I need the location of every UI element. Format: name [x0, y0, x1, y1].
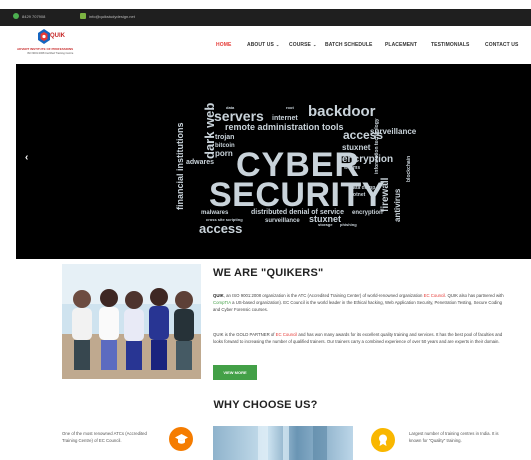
hero-slider[interactable]: financial institutions dark web servers … [16, 64, 531, 259]
email-info[interactable]: info@quikstudydesign.net [80, 13, 135, 19]
cloud-word-financial: financial institutions [175, 122, 185, 210]
cloud-word-storage: information technology [374, 118, 380, 174]
nav-placement-label: PLACEMENT [385, 42, 418, 48]
nav-home[interactable]: HOME [216, 42, 231, 48]
comptia-link[interactable]: CompTIA [213, 300, 231, 305]
nav-course[interactable]: COURSE ⌄ [289, 42, 316, 48]
group-photo-illustration [62, 264, 201, 379]
cloud-word-phishing: phishing [340, 222, 357, 227]
graduation-cap-icon [169, 427, 193, 451]
about-title: WE ARE "QUIKERS" [213, 267, 324, 279]
ec-council-gold-link[interactable]: EC Council [276, 332, 298, 337]
logo-brand: QUIK [50, 33, 65, 39]
nav-batch-label: BATCH SCHEDULE [325, 42, 373, 48]
cloud-word-xss: blockchain [406, 156, 412, 182]
why-right-text: Largest number of training centres in In… [409, 431, 499, 443]
chevron-down-icon: ⌄ [275, 42, 280, 47]
ec-council-link[interactable]: EC Council [424, 293, 446, 298]
cloud-word-corporations: data [226, 105, 235, 110]
logo-mark-icon [38, 29, 50, 44]
top-info-bar: 8429 707908 info@quikstudydesign.net [0, 9, 531, 26]
building-glass-illustration [258, 426, 327, 460]
about-p1-text-a: , an ISO 9001:2008 organization is the A… [223, 293, 424, 298]
phone-number: 8429 707908 [22, 13, 46, 19]
students-photo [62, 264, 201, 379]
phone-info[interactable]: 8429 707908 [13, 13, 45, 19]
nav-contact-us[interactable]: CONTACT US [485, 42, 518, 48]
site-logo[interactable]: QUIK ADVERT INSTITUTE OF PROFESSIONS ISO… [17, 29, 99, 62]
cloud-word-infotech: antivirus [393, 188, 402, 222]
nav-course-label: COURSE [289, 42, 311, 48]
cloud-word-porn: porn [215, 149, 233, 158]
cap-glyph [174, 433, 188, 444]
about-p2-text-a: QUIK is the GOLD PARTNER of [213, 332, 276, 337]
nav-home-label: HOME [216, 42, 232, 48]
cloud-word-malwares: malwares [201, 210, 229, 216]
award-glyph [379, 434, 387, 446]
about-paragraph-1: QUIK, an ISO 9001:2008 organization is t… [213, 292, 505, 313]
why-left-text: One of the most renowned ATCs (Accredite… [62, 431, 147, 443]
slider-prev-arrow[interactable]: ‹ [25, 153, 28, 163]
nav-testimonials[interactable]: TESTIMONIALS [431, 42, 469, 48]
about-p1-text-c: . QUIK also has partnered with [445, 293, 504, 298]
award-icon [371, 428, 395, 452]
logo-subtag: ISO 9001:2008 Certified Training Centre [27, 52, 74, 55]
nav-contact-label: CONTACT US [485, 42, 519, 48]
cloud-word-stuxnet: stuxnet [309, 214, 341, 224]
cloud-word-trojan: trojan [215, 134, 234, 141]
cloud-word-remote: remote administration tools [225, 122, 344, 132]
cloud-word-surveillance-real: surveillance [265, 218, 300, 224]
cloud-word-backdoor: backdoor [308, 103, 376, 120]
nav-about-label: ABOUT US [247, 42, 274, 48]
cloud-word-access-big: access [199, 221, 242, 236]
logo-tagline: ADVERT INSTITUTE OF PROFESSIONS [17, 47, 74, 51]
nav-testimonials-label: TESTIMONIALS [431, 42, 470, 48]
about-brand-bold: QUIK [213, 293, 224, 298]
nav-about-us[interactable]: ABOUT US ⌄ [247, 42, 279, 48]
nav-placement[interactable]: PLACEMENT [385, 42, 417, 48]
phone-icon [13, 13, 19, 19]
site-header: QUIK ADVERT INSTITUTE OF PROFESSIONS ISO… [0, 26, 531, 65]
cyber-security-word-cloud: financial institutions dark web servers … [175, 103, 417, 236]
building-image [213, 426, 353, 460]
view-more-button[interactable]: VIEW MORE [213, 365, 257, 380]
nav-batch-schedule[interactable]: BATCH SCHEDULE [325, 42, 372, 48]
email-address: info@quikstudydesign.net [89, 13, 135, 19]
cloud-word-hackers: root [286, 105, 294, 110]
why-choose-title: WHY CHOOSE US? [213, 399, 318, 411]
about-p1-text-d: a US-based organization). EC Council is … [213, 300, 503, 312]
chevron-down-icon: ⌄ [313, 42, 317, 47]
mail-icon [80, 13, 86, 19]
cloud-word-encryption-real: encryption [352, 210, 383, 216]
cloud-word-internet: internet [272, 115, 298, 122]
about-paragraph-2: QUIK is the GOLD PARTNER of EC Council a… [213, 331, 505, 345]
cloud-word-adwares: adwares [186, 159, 214, 166]
